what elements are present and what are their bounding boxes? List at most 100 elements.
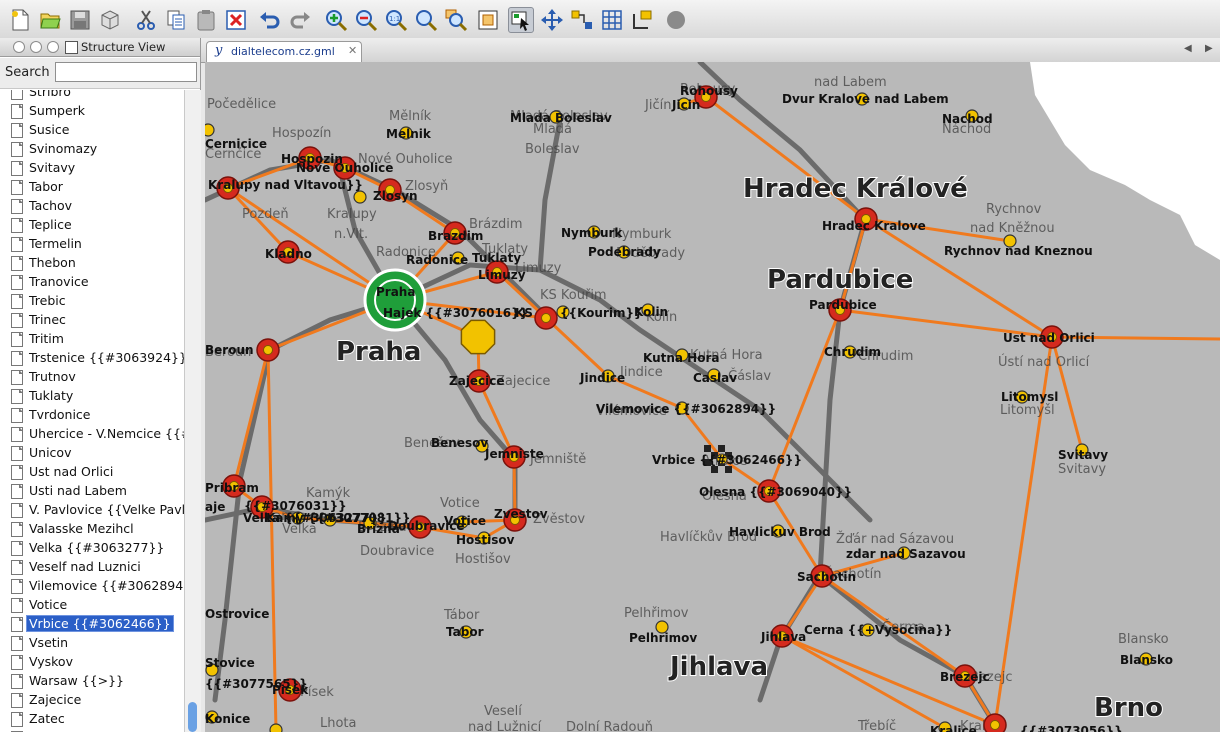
node-label[interactable]: Hradec Kralove — [822, 219, 926, 233]
node-label[interactable]: Kamy {{#3077081}} — [266, 511, 411, 525]
graph-node-yellow[interactable] — [269, 723, 283, 732]
tab-dialtelecom[interactable]: y dialtelecom.cz.gml ✕ — [206, 41, 362, 62]
tree-item[interactable]: Veself nad Luznici — [0, 558, 184, 577]
node-label[interactable]: Vilemovice {{#3062894}} — [596, 402, 776, 416]
zoom-actual-icon[interactable]: 1:1 — [384, 8, 408, 32]
tree-item[interactable]: Svitavy — [0, 159, 184, 178]
move-mode-icon[interactable] — [540, 8, 564, 32]
zoom-in-icon[interactable] — [324, 8, 348, 32]
tree-item[interactable]: Trinec — [0, 311, 184, 330]
node-label[interactable]: Podebrady — [588, 245, 661, 259]
cut-icon[interactable] — [134, 8, 158, 32]
node-label[interactable]: Jemniste — [484, 447, 544, 461]
node-label[interactable]: Nymburk — [561, 226, 623, 240]
node-label[interactable]: Rohousy — [680, 84, 738, 98]
node-label[interactable]: Kutna Hora — [643, 351, 720, 365]
node-label[interactable]: Nachod — [942, 112, 993, 126]
tree-item[interactable]: Trutnov — [0, 368, 184, 387]
tree-item[interactable]: V. Pavlovice {{Velke Pavlov — [0, 501, 184, 520]
tree-item[interactable]: Vilemovice {{#3062894}} — [0, 577, 184, 596]
zoom-fit-icon[interactable] — [414, 8, 438, 32]
tree-item[interactable]: Vsetin — [0, 634, 184, 653]
node-label[interactable]: Blansko — [1120, 653, 1173, 667]
close-panel-button[interactable] — [13, 41, 25, 53]
cube-icon[interactable] — [98, 8, 122, 32]
tree-item[interactable]: Vyskov — [0, 653, 184, 672]
node-label[interactable]: {{#3076031}} — [244, 499, 347, 513]
node-label[interactable]: Zlosyn — [373, 189, 418, 203]
tree-scrollbar[interactable] — [184, 90, 201, 732]
tree-item[interactable]: Svinomazy — [0, 140, 184, 159]
node-label[interactable]: Benesov — [431, 436, 488, 450]
node-label[interactable]: Pribram — [205, 481, 259, 495]
zoom-out-icon[interactable] — [354, 8, 378, 32]
node-label[interactable]: Ust nad Orlici — [1003, 331, 1095, 345]
tree-item[interactable]: Velka {{#3063277}} — [0, 539, 184, 558]
node-label[interactable]: Mlada Boleslav — [510, 111, 612, 125]
tab-scroll-right-icon[interactable]: ▶ — [1205, 43, 1213, 54]
tree-item[interactable]: Zajecice — [0, 691, 184, 710]
node-label[interactable]: Ostrovice — [205, 607, 269, 621]
node-label[interactable]: KS — [515, 306, 533, 320]
node-label[interactable]: Nove Ouholice — [296, 161, 393, 175]
tree-item[interactable]: Unicov — [0, 444, 184, 463]
copy-icon[interactable] — [164, 8, 188, 32]
tree-item[interactable]: Vrbice {{#3062466}} — [0, 615, 184, 634]
node-label[interactable]: Zajecice — [449, 374, 505, 388]
tree-item[interactable]: Tritim — [0, 330, 184, 349]
tree-item[interactable]: Trstenice {{#3063924}} — [0, 349, 184, 368]
node-label[interactable]: Rychnov nad Kneznou — [944, 244, 1093, 258]
node-label[interactable]: Beroun — [205, 343, 254, 357]
node-label[interactable]: Vrbice {{#3062466}} — [652, 453, 802, 467]
delete-icon[interactable] — [224, 8, 248, 32]
node-label[interactable]: Jindice — [579, 371, 625, 385]
node-label[interactable]: Kralupy nad Vltavou}} — [208, 178, 363, 192]
node-label[interactable]: Jihlava — [760, 630, 806, 644]
node-label[interactable]: Kolin — [634, 305, 668, 319]
node-label[interactable]: Brezejc — [940, 670, 990, 684]
select-mode-icon[interactable] — [508, 7, 534, 33]
grid-icon[interactable] — [600, 8, 624, 32]
tab-scroll-left-icon[interactable]: ◀ — [1184, 43, 1192, 54]
node-label[interactable]: Jicin — [671, 98, 700, 112]
edge-mode-icon[interactable] — [570, 8, 594, 32]
circle-icon[interactable] — [664, 8, 688, 32]
node-label[interactable]: Melnik — [386, 127, 432, 141]
node-label[interactable]: Litomysl — [1001, 390, 1058, 404]
node-label[interactable]: Hajek {{#3076016}} — [383, 306, 528, 320]
node-label[interactable]: {{Kourim}} — [560, 306, 643, 320]
node-label[interactable]: Kladno — [265, 247, 312, 261]
tree-item[interactable]: Thebon — [0, 254, 184, 273]
node-label[interactable]: Radonice — [406, 253, 468, 267]
zoom-selection-icon[interactable] — [444, 8, 468, 32]
graph-canvas[interactable]: Počedělice Hospozín Mělník Mladá Boleslav Ml… — [205, 62, 1220, 732]
graph-node-yellow[interactable] — [205, 123, 215, 137]
node-label[interactable]: Tuklaty — [472, 251, 521, 265]
save-icon[interactable] — [68, 8, 92, 32]
node-label[interactable]: Caslav — [693, 371, 737, 385]
tree-item[interactable]: Warsaw {{>}} — [0, 672, 184, 691]
node-label[interactable]: Hostisov — [456, 533, 515, 547]
tree-item[interactable]: Tabor — [0, 178, 184, 197]
minimize-panel-button[interactable] — [30, 41, 42, 53]
node-label[interactable]: Kralice — [930, 724, 977, 732]
node-label[interactable]: {{#3077565}} — [205, 677, 308, 691]
scrollbar-thumb[interactable] — [188, 702, 197, 732]
tree-item[interactable]: Sumperk — [0, 102, 184, 121]
maximize-panel-button[interactable] — [47, 41, 59, 53]
paste-icon[interactable] — [194, 8, 218, 32]
new-document-icon[interactable] — [8, 8, 32, 32]
node-label[interactable]: {{#3073056}} — [1020, 724, 1123, 732]
node-label[interactable]: Havlickuv Brod — [729, 525, 831, 539]
graph-node-octagon[interactable] — [460, 319, 496, 355]
tree-item[interactable]: Tachov — [0, 197, 184, 216]
tree-item[interactable]: Votice — [0, 596, 184, 615]
undo-icon[interactable] — [258, 8, 282, 32]
tree-item[interactable]: Stribro — [0, 90, 184, 102]
tree-item[interactable]: Valasske Mezihcl — [0, 520, 184, 539]
tree-item[interactable]: Ust nad Orlici — [0, 463, 184, 482]
node-label[interactable]: Dvur Kralove nad Labem — [782, 92, 949, 106]
node-label[interactable]: Limuzy — [478, 268, 526, 282]
node-label[interactable]: Pelhrimov — [629, 631, 697, 645]
node-label[interactable]: Cerna {{+Vysocina}} — [804, 623, 952, 637]
